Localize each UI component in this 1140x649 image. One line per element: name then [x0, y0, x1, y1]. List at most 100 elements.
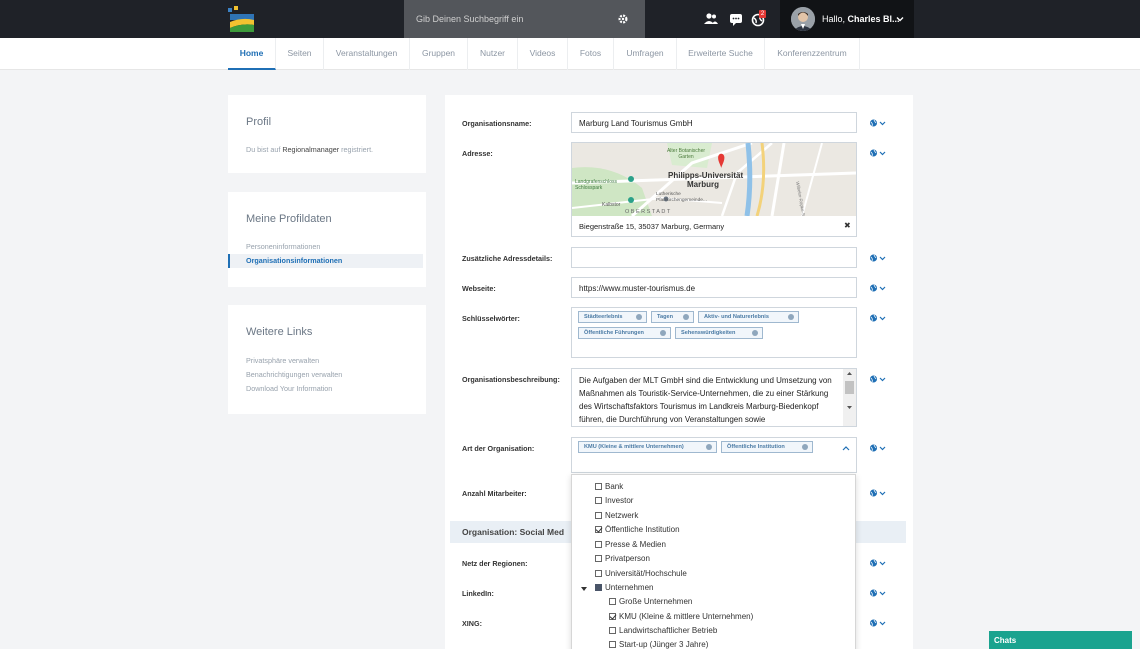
remove-tag-icon[interactable] [802, 444, 808, 450]
link-download-information[interactable]: Download Your Information [246, 384, 332, 393]
visibility-globe-icon[interactable] [869, 588, 887, 598]
keyword-tag[interactable]: Öffentliche Führungen [578, 327, 671, 339]
avatar [791, 7, 815, 31]
nav-tab-videos[interactable]: Videos [518, 38, 568, 70]
profile-card-title: Profil [246, 116, 272, 128]
checkbox-checked[interactable] [595, 526, 602, 533]
org-type-tag[interactable]: KMU (Kleine & mittlere Unternehmen) [578, 441, 717, 453]
user-menu[interactable]: Hallo, Charles Bl... [780, 0, 914, 38]
employees-label: Anzahl Mitarbeiter: [462, 489, 527, 498]
nav-tab-seiten[interactable]: Seiten [276, 38, 324, 70]
dropdown-option-presse-medien[interactable]: Presse & Medien [595, 540, 666, 549]
dropdown-option-landwirtschaft[interactable]: Landwirtschaftlicher Betrieb [609, 626, 717, 635]
org-name-label: Organisationsname: [462, 119, 532, 128]
checkbox[interactable] [595, 512, 602, 519]
checkbox[interactable] [595, 570, 602, 577]
website-input[interactable]: https://www.muster-tourismus.de [571, 277, 857, 298]
checkbox[interactable] [595, 541, 602, 548]
remove-tag-icon[interactable] [788, 314, 794, 320]
gear-icon[interactable] [616, 12, 630, 26]
org-type-tag[interactable]: Öffentliche Institution [721, 441, 813, 453]
address-value: Biegenstraße 15, 35037 Marburg, Germany [579, 222, 725, 231]
chevron-down-icon[interactable] [895, 14, 905, 24]
chats-button[interactable]: Chats [989, 631, 1132, 649]
visibility-globe-icon[interactable] [869, 253, 887, 263]
dropdown-option-bank[interactable]: Bank [595, 482, 623, 491]
dropdown-option-kmu[interactable]: KMU (Kleine & mittlere Unternehmen) [609, 612, 753, 621]
main-nav: Home Seiten Veranstaltungen Gruppen Nutz… [0, 38, 1140, 70]
visibility-globe-icon[interactable] [869, 118, 887, 128]
nav-tab-home[interactable]: Home [228, 38, 276, 70]
remove-tag-icon[interactable] [636, 314, 642, 320]
sidebar-item-personeninformationen[interactable]: Personeninformationen [246, 242, 320, 251]
search-input[interactable] [416, 0, 606, 38]
friends-icon[interactable] [703, 11, 719, 27]
checkbox-partial[interactable] [595, 584, 602, 591]
remove-tag-icon[interactable] [706, 444, 712, 450]
visibility-globe-icon[interactable] [869, 148, 887, 158]
dropdown-option-start-up[interactable]: Start-up (Jünger 3 Jahre) [609, 640, 708, 649]
checkbox[interactable] [595, 555, 602, 562]
checkbox[interactable] [595, 497, 602, 504]
notification-badge: 2 [759, 10, 766, 18]
top-bar: 2 Hallo, Charles Bl... [0, 0, 1140, 38]
checkbox[interactable] [609, 598, 616, 605]
expand-caret-icon[interactable] [581, 584, 587, 594]
keyword-tag[interactable]: Tagen [651, 311, 694, 323]
checkbox-checked[interactable] [609, 613, 616, 620]
checkbox[interactable] [609, 627, 616, 634]
chevron-up-icon[interactable] [842, 444, 850, 453]
map-label-garden: Alter Botanischer Garten [666, 148, 706, 160]
visibility-globe-icon[interactable] [869, 283, 887, 293]
keywords-label: Schlüsselwörter: [462, 314, 520, 323]
checkbox[interactable] [609, 641, 616, 648]
messages-icon[interactable] [728, 11, 744, 27]
nav-tab-fotos[interactable]: Fotos [568, 38, 614, 70]
nav-tab-veranstaltungen[interactable]: Veranstaltungen [324, 38, 410, 70]
profile-data-card: Meine Profildaten Personeninformationen … [228, 192, 426, 287]
description-textarea[interactable]: Die Aufgaben der MLT GmbH sind die Entwi… [571, 368, 857, 427]
xing-label: XING: [462, 619, 482, 628]
description-scrollbar[interactable] [843, 369, 856, 426]
dropdown-option-oeffentliche-institution[interactable]: Öffentliche Institution [595, 525, 680, 534]
org-type-label: Art der Organisation: [462, 444, 535, 453]
scrollbar-thumb[interactable] [845, 381, 854, 394]
remove-tag-icon[interactable] [683, 314, 689, 320]
visibility-globe-icon[interactable] [869, 558, 887, 568]
remove-tag-icon[interactable] [752, 330, 758, 336]
profile-data-title: Meine Profildaten [246, 213, 332, 225]
description-text: Die Aufgaben der MLT GmbH sind die Entwi… [579, 376, 832, 424]
visibility-globe-icon[interactable] [869, 443, 887, 453]
checkbox[interactable] [595, 483, 602, 490]
keyword-tag[interactable]: Sehenswürdigkeiten [675, 327, 763, 339]
link-benachrichtigungen[interactable]: Benachrichtigungen verwalten [246, 370, 342, 379]
visibility-globe-icon[interactable] [869, 374, 887, 384]
address-field: Philipps-Universität Marburg Alter Botan… [571, 142, 857, 237]
nav-tab-nutzer[interactable]: Nutzer [468, 38, 518, 70]
remove-tag-icon[interactable] [660, 330, 666, 336]
extra-address-input[interactable] [571, 247, 857, 268]
address-map[interactable]: Philipps-Universität Marburg Alter Botan… [572, 143, 856, 216]
dropdown-option-unternehmen[interactable]: Unternehmen [595, 583, 653, 592]
visibility-globe-icon[interactable] [869, 488, 887, 498]
nav-tab-erweiterte-suche[interactable]: Erweiterte Suche [677, 38, 765, 70]
nav-tab-gruppen[interactable]: Gruppen [410, 38, 468, 70]
clear-address-icon[interactable]: ✖ [844, 221, 851, 230]
link-privatsphaere[interactable]: Privatsphäre verwalten [246, 356, 319, 365]
visibility-globe-icon[interactable] [869, 313, 887, 323]
nav-tab-konferenzzentrum[interactable]: Konferenzzentrum [765, 38, 860, 70]
sidebar-item-organisationsinformationen[interactable]: Organisationsinformationen [228, 254, 423, 268]
address-label: Adresse: [462, 149, 493, 158]
visibility-globe-icon[interactable] [869, 618, 887, 628]
dropdown-option-universitaet[interactable]: Universität/Hochschule [595, 569, 687, 578]
logo-icon[interactable] [228, 6, 256, 33]
website-label: Webseite: [462, 284, 496, 293]
dropdown-option-grosse-unternehmen[interactable]: Große Unternehmen [609, 597, 692, 606]
keyword-tag[interactable]: Aktiv- und Naturerlebnis [698, 311, 799, 323]
keyword-tag[interactable]: Städteerlebnis [578, 311, 647, 323]
org-name-input[interactable]: Marburg Land Tourismus GmbH [571, 112, 857, 133]
nav-tab-umfragen[interactable]: Umfragen [614, 38, 677, 70]
dropdown-option-netzwerk[interactable]: Netzwerk [595, 511, 638, 520]
dropdown-option-investor[interactable]: Investor [595, 496, 633, 505]
dropdown-option-privatperson[interactable]: Privatperson [595, 554, 650, 563]
